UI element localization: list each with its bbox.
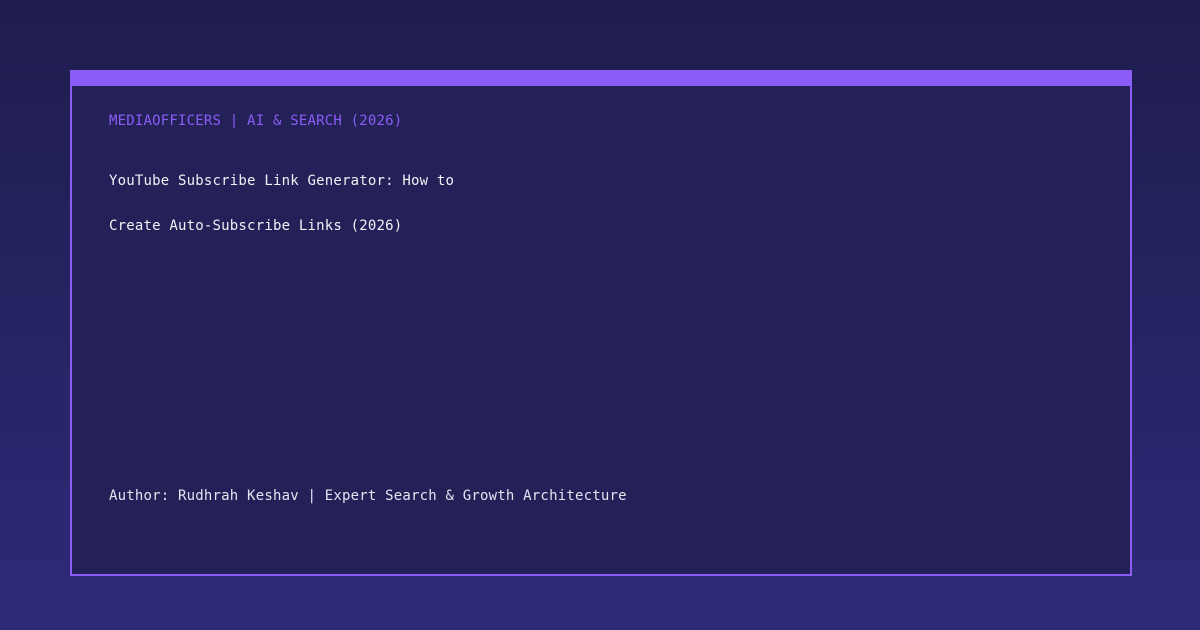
article-title-line-1: YouTube Subscribe Link Generator: How to <box>109 173 455 189</box>
article-card: MEDIAOFFICERS | AI & SEARCH (2026) YouTu… <box>70 70 1132 576</box>
brand-label: MEDIAOFFICERS | AI & SEARCH (2026) <box>109 113 403 129</box>
author-byline: Author: Rudhrah Keshav | Expert Search &… <box>109 488 627 504</box>
article-title-line-2: Create Auto-Subscribe Links (2026) <box>109 218 403 234</box>
article-card-content: MEDIAOFFICERS | AI & SEARCH (2026) YouTu… <box>72 86 1130 574</box>
